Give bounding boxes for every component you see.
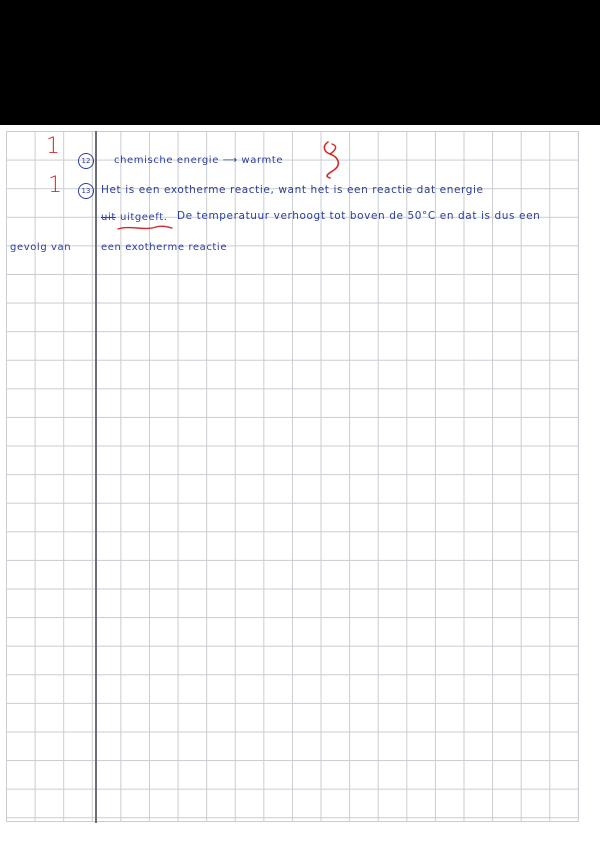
question-number-12: 12 [78,153,94,169]
score-q13: 1 [48,173,62,198]
answer-q13-line2-word: uitgeeft. [120,212,168,223]
answer-q12: chemische energie ⟶ warmte [114,155,284,166]
answer-q13-line1: Het is een exotherme reactie, want het i… [101,184,484,196]
score-q12: 1 [46,134,60,159]
answer-q13-margin-words: gevolg van [10,242,72,253]
grid-lines [6,131,579,822]
question-number-13: 13 [78,183,94,199]
margin-line [95,131,97,823]
red-underline-mark [117,225,173,230]
scan-black-band [0,0,600,125]
answer-q13-line2: De temperatuur verhoogt tot boven de 50°… [177,210,541,222]
answer-q13-crossed-word: uit [101,212,116,223]
answer-q13-line3: een exotherme reactie [101,242,228,253]
grading-mark-icon [323,141,340,179]
